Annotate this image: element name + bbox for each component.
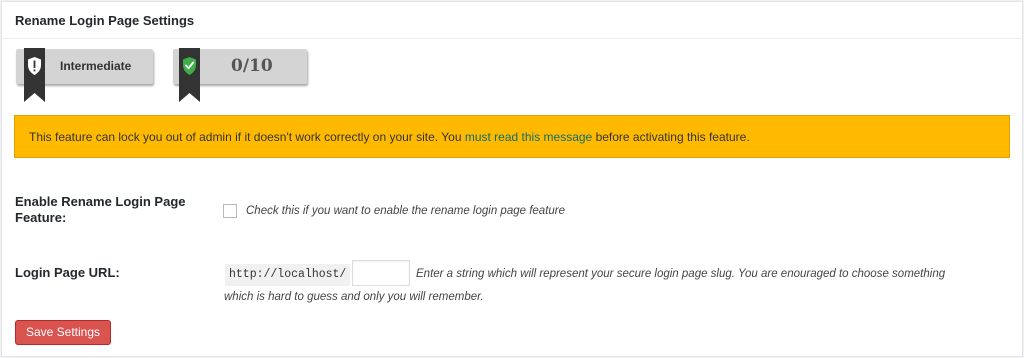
- warning-text-before: This feature can lock you out of admin i…: [29, 130, 465, 144]
- enable-feature-label-line1: Enable Rename Login Page: [15, 194, 186, 209]
- check-shield-icon: [179, 48, 200, 102]
- login-url-prefix: http://localhost/: [225, 264, 351, 286]
- panel-header: Rename Login Page Settings: [2, 2, 1022, 39]
- warning-shield-icon: [24, 48, 45, 102]
- security-score-label: 0/10: [231, 56, 273, 76]
- login-slug-input[interactable]: [352, 260, 410, 286]
- panel-title: Rename Login Page Settings: [15, 13, 195, 28]
- warning-notice: This feature can lock you out of admin i…: [14, 115, 1010, 158]
- security-level-label: Intermediate: [60, 59, 132, 73]
- login-url-hint-line2: which is hard to guess and only you will…: [224, 291, 484, 303]
- security-score-badge: 0/10: [173, 48, 307, 102]
- settings-panel: Rename Login Page Settings Intermediate …: [1, 1, 1023, 357]
- enable-feature-label-line2: Feature:: [15, 210, 67, 225]
- read-message-link[interactable]: must read this message: [465, 130, 592, 144]
- save-settings-button[interactable]: Save Settings: [15, 320, 111, 345]
- enable-feature-label: Enable Rename Login Page Feature:: [15, 194, 186, 226]
- login-url-hint-line1: Enter a string which will represent your…: [416, 268, 946, 280]
- warning-text: This feature can lock you out of admin i…: [29, 130, 750, 144]
- warning-text-after: before activating this feature.: [592, 130, 750, 144]
- enable-feature-hint: Check this if you want to enable the ren…: [246, 205, 566, 217]
- login-url-label: Login Page URL:: [15, 265, 120, 280]
- enable-feature-checkbox[interactable]: [223, 204, 237, 218]
- security-level-badge: Intermediate: [16, 48, 153, 102]
